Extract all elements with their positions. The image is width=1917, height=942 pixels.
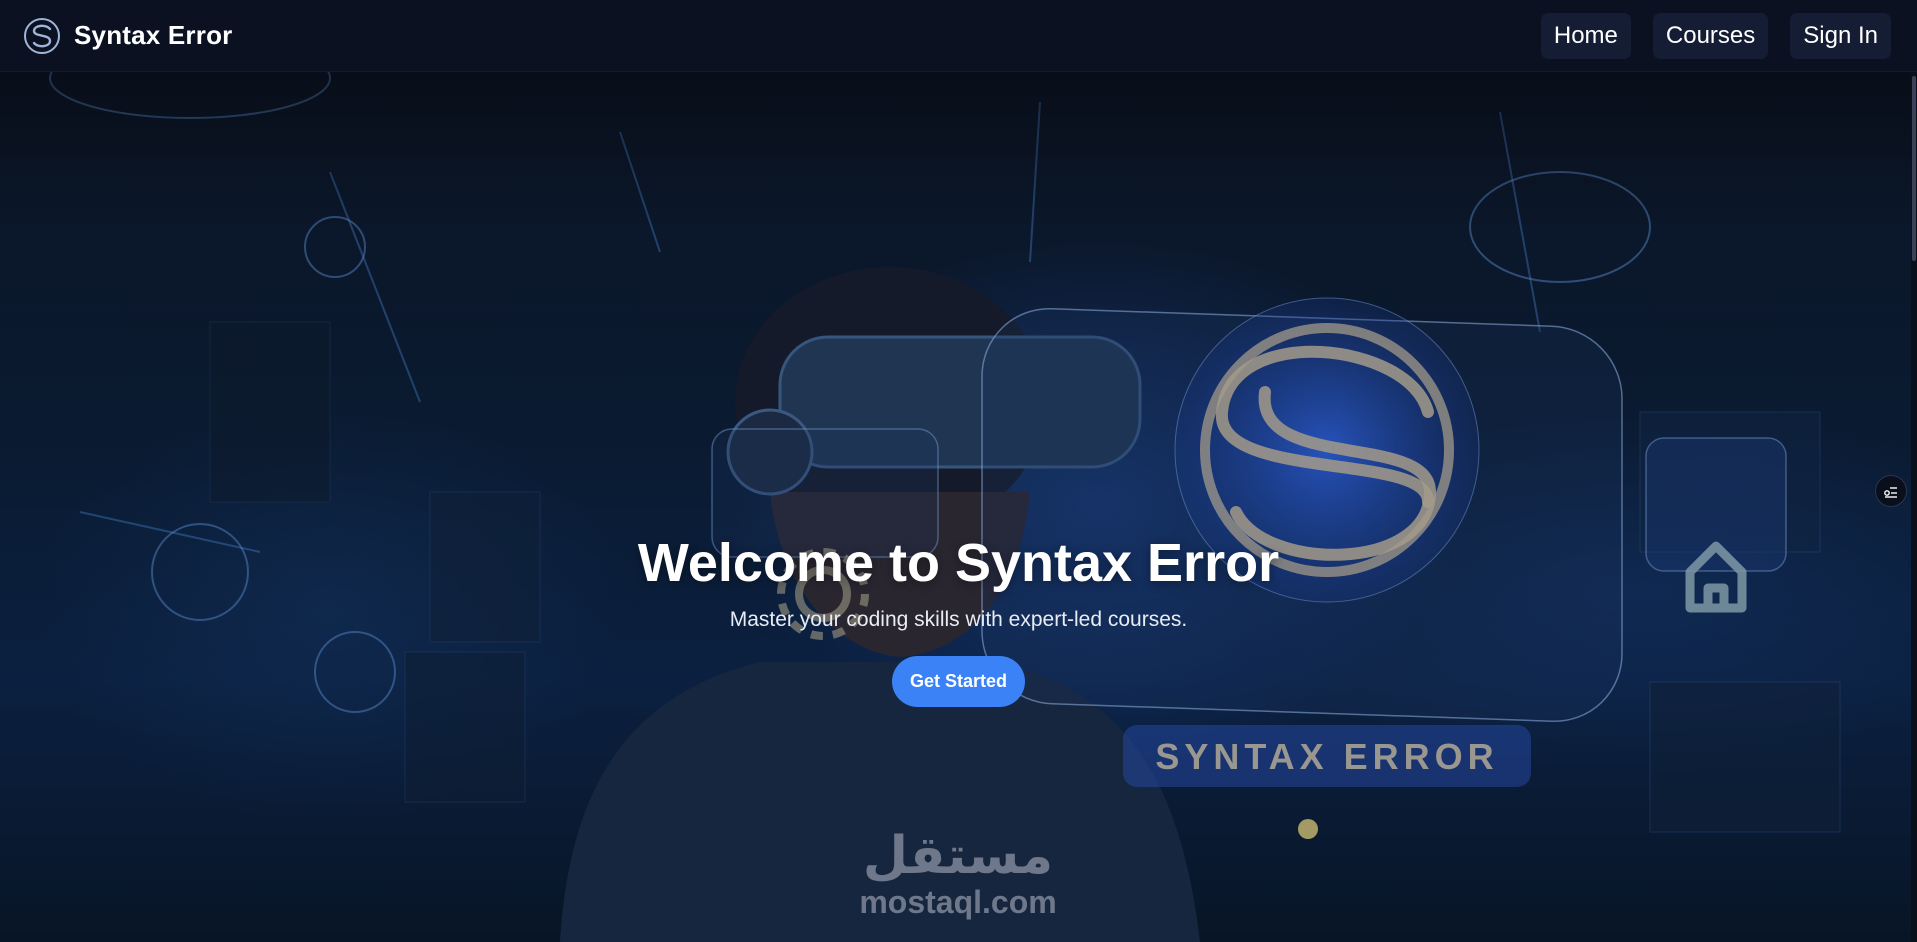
hero-subtitle: Master your coding skills with expert-le… <box>729 608 1188 631</box>
scrollbar-thumb[interactable] <box>1912 76 1916 261</box>
page-scrollbar[interactable] <box>1911 72 1917 942</box>
main-nav: Home Courses Sign In <box>1540 12 1891 59</box>
settings-list-widget[interactable] <box>1875 475 1907 507</box>
syntax-error-plate-text: SYNTAX ERROR <box>1155 736 1498 777</box>
mostaql-watermark: مستقل mostaql.com <box>838 828 1078 920</box>
hero-text-block: Welcome to Syntax Error Master your codi… <box>0 532 1917 707</box>
watermark-arabic-text: مستقل <box>862 826 1054 886</box>
hero-background-image: SYNTAX ERROR <box>0 72 1917 942</box>
hero-title: Welcome to Syntax Error <box>637 533 1280 593</box>
syntax-error-logo-icon <box>24 17 60 54</box>
navbar: Syntax Error Home Courses Sign In <box>0 0 1917 72</box>
nav-courses-button[interactable]: Courses <box>1652 12 1769 59</box>
brand[interactable]: Syntax Error <box>22 16 232 56</box>
watermark-latin-text: mostaql.com <box>859 884 1057 920</box>
get-started-button[interactable]: Get Started <box>891 656 1026 707</box>
brand-name: Syntax Error <box>74 20 233 50</box>
nav-home-button[interactable]: Home <box>1540 12 1631 59</box>
settings-list-icon <box>1884 487 1897 498</box>
hero-section: SYNTAX ERROR <box>0 72 1917 942</box>
nav-sign-in-button[interactable]: Sign In <box>1790 12 1891 59</box>
hand-glow <box>1298 819 1318 839</box>
